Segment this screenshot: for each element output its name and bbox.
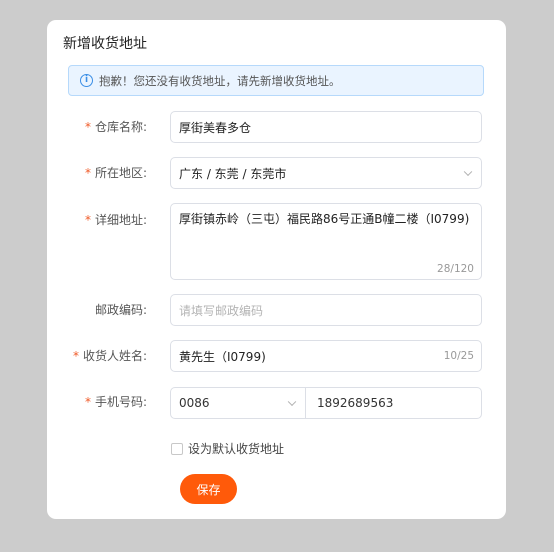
phone-label-text: 手机号码:	[94, 395, 147, 409]
postal-code-input[interactable]: 请填写邮政编码	[170, 294, 482, 326]
region-select[interactable]: 广东 / 东莞 / 东莞市	[170, 157, 482, 189]
region-label-text: 所在地区:	[94, 166, 147, 180]
region-label: * 所在地区:	[85, 164, 147, 181]
address-label: * 详细地址:	[85, 211, 147, 228]
region-value: 广东 / 东莞 / 东莞市	[179, 166, 287, 181]
phone-number-value: 1892689563	[317, 396, 394, 410]
info-icon: i	[80, 74, 93, 87]
warehouse-value: 厚街美春多仓	[179, 120, 252, 135]
no-address-alert: i 抱歉！您还没有收货地址，请先新增收货地址。	[68, 65, 484, 96]
address-value: 厚街镇赤岭（三屯）福民路86号正通B幢二楼（I0799)	[179, 212, 470, 226]
address-label-text: 详细地址:	[94, 213, 147, 227]
required-mark: *	[84, 213, 91, 227]
dialog-title: 新增收货地址	[63, 36, 147, 52]
chevron-down-icon	[287, 397, 297, 407]
required-mark: *	[84, 166, 91, 180]
address-textarea[interactable]: 厚街镇赤岭（三屯）福民路86号正通B幢二楼（I0799) 28/120	[170, 203, 482, 280]
postal-placeholder: 请填写邮政编码	[179, 303, 264, 318]
required-mark: *	[84, 395, 91, 409]
warehouse-input[interactable]: 厚街美春多仓	[170, 111, 482, 143]
postal-label: 邮政编码:	[95, 301, 147, 318]
required-mark: *	[84, 120, 91, 134]
recipient-char-counter: 10/25	[443, 350, 474, 362]
recipient-input[interactable]: 黄先生（I0799) 10/25	[170, 340, 482, 372]
alert-text: 抱歉！您还没有收货地址，请先新增收货地址。	[99, 73, 341, 88]
address-char-counter: 28/120	[437, 263, 474, 275]
required-mark: *	[72, 349, 79, 363]
save-button[interactable]: 保存	[180, 474, 237, 504]
postal-label-text: 邮政编码:	[94, 303, 147, 317]
phone-label: * 手机号码:	[85, 393, 147, 410]
recipient-label-text: 收货人姓名:	[82, 349, 147, 363]
chevron-down-icon	[463, 167, 473, 177]
checkbox-box[interactable]	[171, 442, 183, 455]
warehouse-label-text: 仓库名称:	[94, 120, 147, 134]
recipient-label: * 收货人姓名:	[73, 347, 147, 364]
phone-number-input[interactable]: 1892689563	[305, 387, 482, 419]
add-address-dialog: 新增收货地址 i 抱歉！您还没有收货地址，请先新增收货地址。 * 仓库名称: 厚街…	[47, 20, 506, 519]
warehouse-label: * 仓库名称:	[85, 118, 147, 135]
country-code-value: 0086	[179, 396, 210, 410]
recipient-value: 黄先生（I0799)	[179, 349, 266, 364]
default-address-checkbox[interactable]: 设为默认收货地址	[171, 440, 284, 457]
default-address-label: 设为默认收货地址	[188, 442, 285, 456]
country-code-select[interactable]: 0086	[170, 387, 306, 419]
